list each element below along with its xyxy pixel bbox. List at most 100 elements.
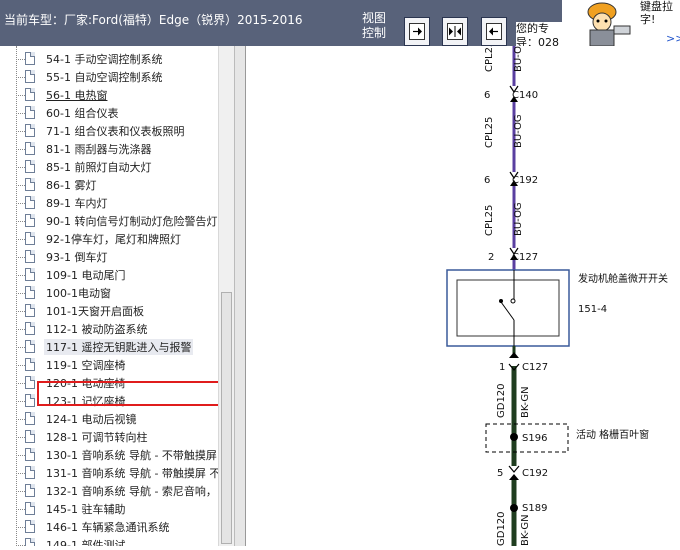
document-icon xyxy=(25,250,35,263)
document-icon xyxy=(25,340,35,353)
hood-ajar-switch[interactable] xyxy=(446,269,570,347)
tree-item[interactable]: 56-1 电热窗 xyxy=(16,86,234,104)
wire-color-label: BK-GN xyxy=(520,386,531,418)
wire-circuit-label: CPL25 xyxy=(484,117,495,148)
wire-color-label: BU-OG xyxy=(513,114,524,148)
document-icon xyxy=(25,268,35,281)
wire-circuit-label: GD120 xyxy=(496,383,507,418)
document-icon xyxy=(25,484,35,497)
sidebar-scrollbar[interactable] xyxy=(218,46,234,546)
document-icon xyxy=(25,520,35,533)
scrollbar-thumb[interactable] xyxy=(221,292,232,544)
tree-item[interactable]: 92-1停车灯，尾灯和牌照灯 xyxy=(16,230,234,248)
switch-id: 151-4 xyxy=(578,304,607,315)
wire-segment-lower xyxy=(508,346,520,546)
wire-color-label: BU-OG xyxy=(513,202,524,236)
tree-item[interactable]: 101-1天窗开启面板 xyxy=(16,302,234,320)
selection-highlight-box xyxy=(37,381,234,406)
arrow-right-icon xyxy=(413,27,422,36)
wiring-diagram-canvas: CPL25 BU-OG CPL25 BU-OG CPL25 BU-OG 6 C1… xyxy=(446,38,668,546)
tree-item[interactable]: 89-1 车内灯 xyxy=(16,194,234,212)
tree-item[interactable]: 55-1 自动空调控制系统 xyxy=(16,68,234,86)
document-icon xyxy=(25,538,35,546)
tree-item[interactable]: 149-1 部件测试 xyxy=(16,536,234,546)
mascot-image xyxy=(562,0,640,46)
connector-pin: 1 xyxy=(499,362,505,373)
connector-name: C192 xyxy=(512,175,538,186)
document-icon xyxy=(25,142,35,155)
tree-item[interactable]: 128-1 可调节转向柱 xyxy=(16,428,234,446)
splice-s189[interactable] xyxy=(510,504,518,512)
tree-item[interactable]: 132-1 音响系统 导航 - 索尼音响， xyxy=(16,482,234,500)
document-icon xyxy=(25,106,35,119)
wiring-diagram: CPL25 BU-OG CPL25 BU-OG CPL25 BU-OG 6 C1… xyxy=(246,38,680,546)
document-icon xyxy=(25,502,35,515)
connector-pin: 5 xyxy=(497,468,503,479)
switch-label: 发动机舱盖微开开关 xyxy=(578,272,668,285)
document-icon xyxy=(25,52,35,65)
document-icon xyxy=(25,70,35,83)
document-icon xyxy=(25,232,35,245)
tree-item[interactable]: 81-1 雨刮器与洗涤器 xyxy=(16,140,234,158)
document-icon xyxy=(25,88,35,101)
tree-item[interactable]: 71-1 组合仪表和仪表板照明 xyxy=(16,122,234,140)
connector-name: C140 xyxy=(512,90,538,101)
promo-more-link[interactable]: >> xyxy=(666,32,680,45)
document-icon xyxy=(25,160,35,173)
document-icon xyxy=(25,376,35,389)
document-icon xyxy=(25,412,35,425)
document-icon xyxy=(25,394,35,407)
tree-item[interactable]: 112-1 被动防盗系统 xyxy=(16,320,234,338)
document-icon xyxy=(25,430,35,443)
document-icon xyxy=(25,448,35,461)
mascot-icon xyxy=(587,2,631,46)
tree-item[interactable]: 109-1 电动尾门 xyxy=(16,266,234,284)
tree-item[interactable]: 146-1 车辆紧急通讯系统 xyxy=(16,518,234,536)
view-split-button[interactable] xyxy=(442,17,468,46)
view-right-button[interactable] xyxy=(404,17,430,46)
document-icon xyxy=(25,304,35,317)
promo-text: 您的专导：028 xyxy=(516,22,566,46)
document-icon xyxy=(25,322,35,335)
connector-name: C127 xyxy=(522,362,548,373)
connector-name: C192 xyxy=(522,468,548,479)
document-icon xyxy=(25,358,35,371)
tree-item-selected[interactable]: 117-1 遥控无钥匙进入与报警 xyxy=(16,338,234,356)
tree-item[interactable]: 86-1 雾灯 xyxy=(16,176,234,194)
document-icon xyxy=(25,124,35,137)
splice-label: 活动 格栅百叶窗 xyxy=(576,428,649,441)
connector-pin: 6 xyxy=(484,175,490,186)
view-left-button[interactable] xyxy=(481,17,507,46)
tree-item[interactable]: 85-1 前照灯自动大灯 xyxy=(16,158,234,176)
wire-color-label: BK-GN xyxy=(520,514,531,546)
document-icon xyxy=(25,286,35,299)
tree-item[interactable]: 60-1 组合仪表 xyxy=(16,104,234,122)
document-icon xyxy=(25,466,35,479)
tree-item[interactable]: 124-1 电动后视镜 xyxy=(16,410,234,428)
wire-color-label: BU-OG xyxy=(513,46,524,72)
splice-name: S196 xyxy=(522,433,547,444)
tree-item[interactable]: 145-1 驻车辅助 xyxy=(16,500,234,518)
tree-item[interactable]: 54-1 手动空调控制系统 xyxy=(16,50,234,68)
splice-name: S189 xyxy=(522,503,547,514)
tree-item[interactable]: 130-1 音响系统 导航 - 不带触摸屏 xyxy=(16,446,234,464)
wire-circuit-label: CPL25 xyxy=(484,205,495,236)
document-icon xyxy=(25,214,35,227)
tree-item[interactable]: 93-1 倒车灯 xyxy=(16,248,234,266)
document-icon xyxy=(25,196,35,209)
tree-item[interactable]: 131-1 音响系统 导航 - 带触摸屏 不 xyxy=(16,464,234,482)
top-header: 当前车型：厂家:Ford(福特）Edge（锐界）2015-2016 视图控制 您… xyxy=(0,0,680,46)
view-control-label: 视图控制 xyxy=(362,11,387,40)
connector-pin: 2 xyxy=(488,252,494,263)
tree-item[interactable]: 119-1 空调座椅 xyxy=(16,356,234,374)
wire-circuit-label: GD120 xyxy=(496,511,507,546)
connector-pin: 6 xyxy=(484,90,490,101)
car-model-title: 当前车型：厂家:Ford(福特）Edge（锐界）2015-2016 xyxy=(4,13,303,27)
tree-item[interactable]: 100-1电动窗 xyxy=(16,284,234,302)
pane-splitter[interactable] xyxy=(234,46,246,546)
arrow-left-icon xyxy=(489,27,498,36)
connector-name: C127 xyxy=(512,252,538,263)
split-arrows-icon xyxy=(449,26,461,37)
tree-item[interactable]: 90-1 转向信号灯制动灯危险警告灯 xyxy=(16,212,234,230)
sidebar-tree: 54-1 手动空调控制系统 55-1 自动空调控制系统 56-1 电热窗 60-… xyxy=(0,46,234,546)
